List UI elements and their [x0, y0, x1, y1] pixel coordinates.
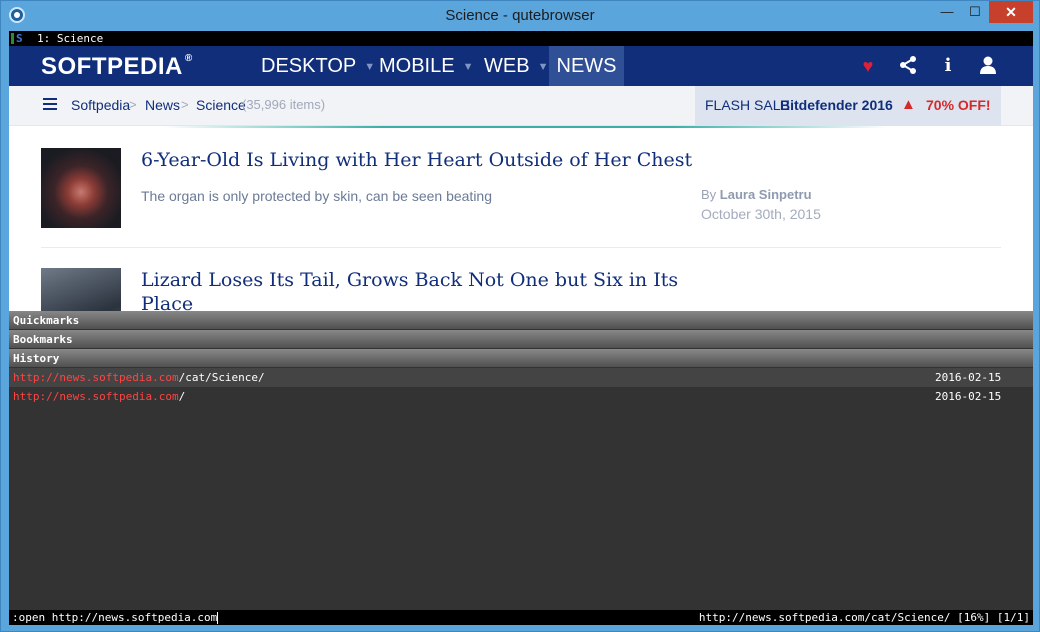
history-url-rest: / — [178, 390, 186, 403]
item-count: (35,996 items) — [242, 97, 326, 112]
tab-science[interactable]: 1: Science — [37, 31, 103, 46]
accent-divider — [164, 126, 889, 128]
article-thumbnail[interactable] — [41, 268, 121, 311]
heart-icon[interactable]: ♥ — [857, 55, 879, 77]
nav-mobile[interactable]: MOBILE ▼ — [379, 46, 473, 86]
text-cursor — [217, 612, 219, 624]
close-button[interactable]: ✕ — [989, 1, 1033, 23]
breadcrumb-news[interactable]: News — [145, 97, 180, 113]
breadcrumb-separator: > — [181, 97, 189, 112]
tab-bar: S 1: Science — [9, 31, 1033, 46]
logo-text: SOFTPEDIA — [41, 53, 183, 80]
maximize-button[interactable]: ☐ — [961, 1, 989, 23]
chevron-down-icon: ▼ — [462, 60, 474, 73]
flash-sale-product: Bitdefender 2016 — [780, 97, 893, 113]
minimize-button[interactable]: — — [933, 1, 961, 23]
hamburger-menu-icon[interactable] — [43, 98, 57, 110]
chevron-down-icon: ▼ — [537, 60, 549, 73]
command-text: :open http://news.softpedia.com — [12, 611, 218, 624]
site-navbar: SOFTPEDIA ® DESKTOP ▼ MOBILE ▼ WEB ▼ NEWS ♥ … — [9, 46, 1033, 91]
history-item[interactable]: http://news.softpedia.com/ 2016-02-15 — [9, 387, 1033, 406]
history-item[interactable]: http://news.softpedia.com/cat/Science/ 2… — [9, 368, 1033, 387]
history-url-match: http://news.softpedia.com — [13, 371, 179, 384]
history-url-match: http://news.softpedia.com — [13, 390, 179, 403]
history-date: 2016-02-15 — [935, 390, 1002, 403]
completion-category-history: History — [9, 349, 1033, 368]
url-status: http://news.softpedia.com/cat/Science/ [… — [698, 611, 1030, 624]
status-bar: :open http://news.softpedia.com http://n… — [9, 610, 1033, 625]
title-bar[interactable]: Science - qutebrowser — ☐ ✕ — [1, 1, 1039, 31]
share-icon[interactable] — [897, 55, 919, 77]
nav-label: NEWS — [556, 55, 617, 77]
completion-category-bookmarks: Bookmarks — [9, 330, 1033, 349]
history-url-rest: /cat/Science/ — [178, 371, 265, 384]
article-title[interactable]: 6-Year-Old Is Living with Her Heart Outs… — [141, 148, 701, 172]
article-thumbnail[interactable] — [41, 148, 121, 228]
info-icon[interactable]: i — [937, 55, 959, 77]
nav-news[interactable]: NEWS — [549, 46, 624, 91]
nav-label: MOBILE — [379, 55, 455, 77]
browser-window: Science - qutebrowser — ☐ ✕ S 1: Science… — [0, 0, 1040, 632]
article-author[interactable]: Laura Sinpetru — [720, 187, 812, 202]
breadcrumb-bar: Softpedia > News > Science (35,996 items… — [9, 86, 1033, 126]
browser-client-area: S 1: Science SOFTPEDIA ® DESKTOP ▼ MOBILE ▼… — [9, 31, 1033, 625]
article-date: October 30th, 2015 — [701, 206, 821, 222]
completion-category-quickmarks: Quickmarks — [9, 311, 1033, 330]
history-date: 2016-02-15 — [935, 371, 1002, 384]
article-item: 6-Year-Old Is Living with Her Heart Outs… — [41, 148, 1001, 248]
web-page: SOFTPEDIA ® DESKTOP ▼ MOBILE ▼ WEB ▼ NEWS ♥ … — [9, 46, 1033, 311]
breadcrumb-science[interactable]: Science — [196, 97, 246, 113]
nav-web[interactable]: WEB ▼ — [484, 46, 548, 86]
nav-desktop[interactable]: DESKTOP ▼ — [261, 46, 375, 86]
softpedia-logo[interactable]: SOFTPEDIA ® — [41, 53, 193, 81]
flash-sale-banner[interactable]: FLASH SALE: Bitdefender 2016 ▲ 70% OFF! — [695, 86, 1001, 126]
article-subtitle: The organ is only protected by skin, can… — [141, 188, 492, 204]
flash-sale-offer: 70% OFF! — [926, 97, 991, 113]
user-icon[interactable] — [977, 55, 999, 77]
breadcrumb-separator: > — [129, 97, 137, 112]
logo-registered-mark: ® — [184, 53, 193, 64]
nav-label: DESKTOP — [261, 55, 357, 77]
window-title: Science - qutebrowser — [445, 7, 595, 24]
warning-icon: ▲ — [901, 96, 916, 113]
byline-prefix: By — [701, 187, 717, 202]
breadcrumb-softpedia[interactable]: Softpedia — [71, 97, 130, 113]
article-item: Lizard Loses Its Tail, Grows Back Not On… — [41, 268, 1001, 311]
article-title[interactable]: Lizard Loses Its Tail, Grows Back Not On… — [141, 268, 701, 311]
command-input[interactable]: :open http://news.softpedia.com — [12, 610, 219, 625]
article-byline: By Laura Sinpetru — [701, 187, 812, 202]
chevron-down-icon: ▼ — [364, 60, 376, 73]
completion-panel: Quickmarks Bookmarks History http://news… — [9, 311, 1033, 610]
nav-label: WEB — [484, 55, 530, 77]
favicon-icon: S — [16, 32, 23, 45]
tab-indicator — [11, 33, 14, 44]
